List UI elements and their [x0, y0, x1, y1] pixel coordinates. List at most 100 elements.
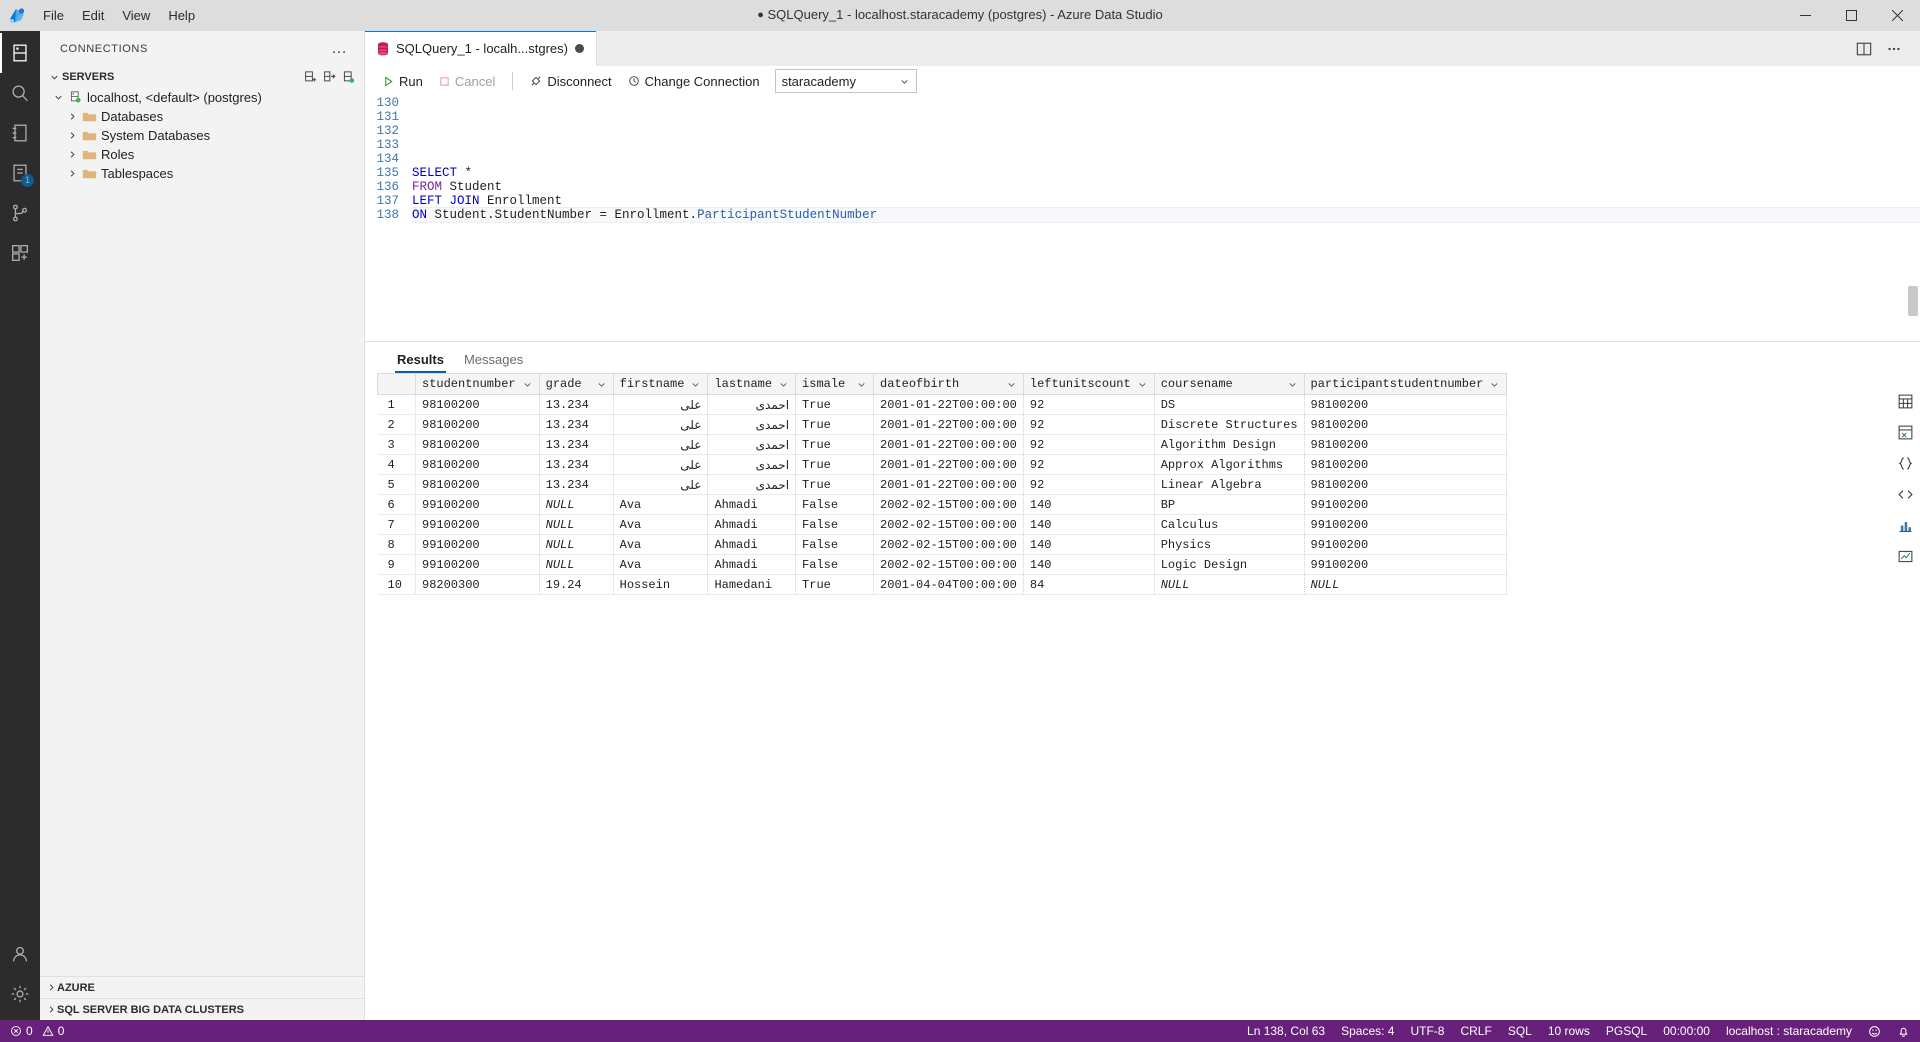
extensions-icon[interactable]: [0, 233, 40, 273]
save-as-csv-icon[interactable]: [1895, 391, 1915, 411]
chevron-down-icon[interactable]: [50, 92, 66, 103]
disconnect-button[interactable]: Disconnect: [522, 69, 619, 93]
cell-grade[interactable]: NULL: [539, 514, 614, 535]
table-row[interactable]: 9 99100200 NULL Ava Ahmadi False 2002-02…: [377, 554, 1508, 575]
cell-ismale[interactable]: False: [795, 494, 875, 515]
cell-studentnumber[interactable]: 98200300: [415, 574, 540, 595]
cell-studentnumber[interactable]: 99100200: [415, 554, 540, 575]
cell-lastname[interactable]: Ahmadi: [707, 494, 797, 515]
cell-participantstudentnumber[interactable]: 99100200: [1304, 494, 1508, 515]
cell-studentnumber[interactable]: 99100200: [415, 494, 540, 515]
cell-ismale[interactable]: True: [795, 394, 875, 415]
table-row[interactable]: 10 98200300 19.24 Hossein Hamedani True …: [377, 574, 1508, 595]
database-dropdown[interactable]: staracademy: [774, 69, 917, 93]
cell-ismale[interactable]: True: [795, 474, 875, 495]
cell-firstname[interactable]: Ava: [613, 514, 709, 535]
save-as-json-icon[interactable]: [1895, 453, 1915, 473]
cell-coursename[interactable]: NULL: [1154, 574, 1305, 595]
minimize-icon[interactable]: [1782, 0, 1828, 31]
column-header-studentnumber[interactable]: studentnumber: [415, 373, 540, 395]
column-header-grade[interactable]: grade: [538, 373, 614, 395]
chevron-down-icon[interactable]: [1281, 379, 1298, 390]
cell-coursename[interactable]: Algorithm Design: [1154, 434, 1305, 455]
cell-grade[interactable]: 13.234: [539, 394, 614, 415]
cell-leftunitscount[interactable]: 92: [1023, 434, 1155, 455]
cell-coursename[interactable]: Approx Algorithms: [1154, 454, 1305, 475]
chevron-down-icon[interactable]: [1000, 379, 1017, 390]
cell-leftunitscount[interactable]: 140: [1023, 554, 1155, 575]
cell-firstname[interactable]: Ava: [613, 534, 709, 555]
status-execution-time[interactable]: 00:00:00: [1655, 1020, 1718, 1042]
cell-leftunitscount[interactable]: 92: [1023, 474, 1155, 495]
cell-coursename[interactable]: Linear Algebra: [1154, 474, 1305, 495]
status-connection[interactable]: localhost : staracademy: [1718, 1020, 1860, 1042]
cell-grade[interactable]: NULL: [539, 494, 614, 515]
servers-section-header[interactable]: SERVERS: [40, 66, 364, 88]
cell-studentnumber[interactable]: 99100200: [415, 534, 540, 555]
cell-dateofbirth[interactable]: 2001-01-22T00:00:00: [873, 434, 1024, 455]
cell-grade[interactable]: 13.234: [539, 434, 614, 455]
status-eol[interactable]: CRLF: [1452, 1020, 1499, 1042]
table-row[interactable]: 7 99100200 NULL Ava Ahmadi False 2002-02…: [377, 514, 1508, 535]
tree-item-databases[interactable]: Databases: [40, 107, 364, 126]
run-button[interactable]: Run: [375, 69, 431, 93]
cell-participantstudentnumber[interactable]: 98100200: [1304, 414, 1508, 435]
chart-icon[interactable]: [1895, 515, 1915, 535]
column-header-dateofbirth[interactable]: dateofbirth: [873, 373, 1024, 395]
cell-lastname[interactable]: Ahmadi: [707, 534, 797, 555]
cell-ismale[interactable]: False: [795, 554, 875, 575]
cell-leftunitscount[interactable]: 140: [1023, 494, 1155, 515]
cell-lastname[interactable]: احمدی: [707, 454, 797, 475]
cell-dateofbirth[interactable]: 2002-02-15T00:00:00: [873, 494, 1024, 515]
notebooks-icon[interactable]: [0, 113, 40, 153]
cell-participantstudentnumber[interactable]: 98100200: [1304, 434, 1508, 455]
menu-edit[interactable]: Edit: [73, 0, 113, 31]
cell-firstname[interactable]: علی: [613, 434, 709, 455]
close-icon[interactable]: [1874, 0, 1920, 31]
cell-lastname[interactable]: احمدی: [707, 394, 797, 415]
chevron-down-icon[interactable]: [850, 379, 867, 390]
git-branch-icon[interactable]: [0, 193, 40, 233]
connect-server-icon[interactable]: [341, 70, 356, 85]
cell-dateofbirth[interactable]: 2001-01-22T00:00:00: [873, 414, 1024, 435]
table-row[interactable]: 2 98100200 13.234 علی احمدی True 2001-01…: [377, 414, 1508, 435]
status-language-mode[interactable]: SQL: [1500, 1020, 1540, 1042]
cell-ismale[interactable]: True: [795, 574, 875, 595]
column-header-leftunitscount[interactable]: leftunitscount: [1022, 373, 1155, 395]
table-row[interactable]: 8 99100200 NULL Ava Ahmadi False 2002-02…: [377, 534, 1508, 555]
table-row[interactable]: 5 98100200 13.234 علی احمدی True 2001-01…: [377, 474, 1508, 495]
search-icon[interactable]: [0, 73, 40, 113]
smiley-icon[interactable]: [1860, 1020, 1889, 1042]
column-header-ismale[interactable]: ismale: [795, 373, 875, 395]
cell-firstname[interactable]: علی: [613, 414, 709, 435]
cell-firstname[interactable]: علی: [613, 394, 709, 415]
maximize-icon[interactable]: [1828, 0, 1874, 31]
tab-dirty-indicator[interactable]: [574, 44, 584, 53]
chevron-down-icon[interactable]: [772, 379, 789, 390]
table-row[interactable]: 4 98100200 13.234 علی احمدی True 2001-01…: [377, 454, 1508, 475]
cell-lastname[interactable]: احمدی: [707, 414, 797, 435]
cell-studentnumber[interactable]: 98100200: [415, 434, 540, 455]
cell-lastname[interactable]: احمدی: [707, 474, 797, 495]
table-row[interactable]: 3 98100200 13.234 علی احمدی True 2001-01…: [377, 434, 1508, 455]
tree-item-server[interactable]: localhost, <default> (postgres): [40, 88, 364, 107]
visualizer-icon[interactable]: [1895, 546, 1915, 566]
column-header-coursename[interactable]: coursename: [1153, 373, 1305, 395]
chevron-down-icon[interactable]: [1483, 379, 1500, 390]
source-control-icon[interactable]: 1: [0, 153, 40, 193]
cell-dateofbirth[interactable]: 2001-01-22T00:00:00: [873, 394, 1024, 415]
cell-firstname[interactable]: Ava: [613, 554, 709, 575]
cell-studentnumber[interactable]: 99100200: [415, 514, 540, 535]
results-grid-container[interactable]: studentnumber grade firstname lastname i…: [365, 373, 1920, 1020]
chevron-down-icon[interactable]: [684, 379, 701, 390]
cell-lastname[interactable]: Ahmadi: [707, 514, 797, 535]
cell-studentnumber[interactable]: 98100200: [415, 414, 540, 435]
table-row[interactable]: 6 99100200 NULL Ava Ahmadi False 2002-02…: [377, 494, 1508, 515]
menu-file[interactable]: File: [34, 0, 73, 31]
cell-coursename[interactable]: BP: [1154, 494, 1305, 515]
tree-item-system-databases[interactable]: System Databases: [40, 126, 364, 145]
chevron-down-icon[interactable]: [590, 379, 607, 390]
cell-firstname[interactable]: Hossein: [613, 574, 709, 595]
big-data-clusters-section-header[interactable]: SQL SERVER BIG DATA CLUSTERS: [40, 998, 364, 1020]
save-as-excel-icon[interactable]: [1895, 422, 1915, 442]
